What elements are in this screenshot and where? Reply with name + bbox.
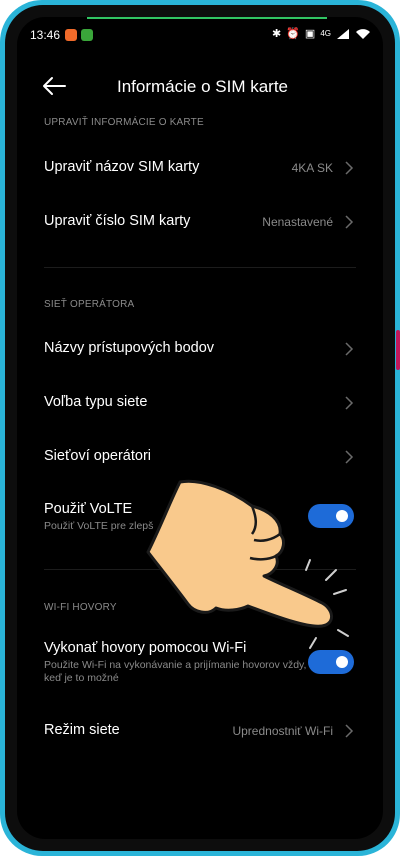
row-value: Nenastavené xyxy=(262,215,333,229)
row-label: Voľba typu siete xyxy=(44,394,148,410)
chevron-right-icon xyxy=(345,161,354,175)
header: Informácie o SIM karte xyxy=(17,67,383,107)
status-time: 13:46 xyxy=(30,28,61,42)
chevron-right-icon xyxy=(345,724,354,738)
status-icons: ✱ ⏰ ▣ 4G xyxy=(272,27,371,40)
row-label: Režim siete xyxy=(44,722,120,738)
row-label: Upraviť názov SIM karty xyxy=(44,159,200,175)
row-access-point-names[interactable]: Názvy prístupových bodov xyxy=(17,329,383,369)
network-type-label: 4G xyxy=(320,29,331,38)
page-title: Informácie o SIM karte xyxy=(117,77,289,96)
row-label: Upraviť číslo SIM karty xyxy=(44,213,191,229)
row-label: Názvy prístupových bodov xyxy=(44,340,215,356)
wifi-icon xyxy=(356,28,370,39)
chevron-right-icon xyxy=(345,215,354,229)
notification-chat-icon xyxy=(81,29,93,41)
row-value: 4KA SK xyxy=(291,161,333,175)
phone-frame: 13:46 ✱ ⏰ ▣ 4G Informácie o SIM karte UP… xyxy=(0,0,400,856)
status-bar: 13:46 ✱ ⏰ ▣ 4G xyxy=(17,25,383,45)
section-heading-wifi-calls: WI-FI HOVORY xyxy=(44,602,117,613)
row-value: Uprednostniť Wi-Fi xyxy=(232,724,333,738)
row-label: Použiť VoLTE xyxy=(44,501,133,517)
section-heading-operator-network: SIEŤ OPERÁTORA xyxy=(44,299,135,310)
section-divider xyxy=(44,267,356,268)
pointing-hand-icon xyxy=(146,479,349,649)
row-network-mode[interactable]: Režim siete Uprednostniť Wi-Fi xyxy=(17,714,383,754)
row-edit-sim-number[interactable]: Upraviť číslo SIM karty Nenastavené xyxy=(17,202,383,242)
vibrate-icon: ▣ xyxy=(304,28,316,40)
signal-icon xyxy=(337,28,349,39)
row-network-type[interactable]: Voľba typu siete xyxy=(17,383,383,423)
notification-app-icon xyxy=(65,29,77,41)
arrow-left-icon[interactable] xyxy=(41,75,67,97)
bluetooth-icon: ✱ xyxy=(272,28,282,40)
row-subtitle: Použite Wi-Fi na vykonávanie a prijímani… xyxy=(44,659,307,684)
notification-bar-indicator xyxy=(87,17,327,19)
alarm-icon: ⏰ xyxy=(286,28,300,40)
row-edit-sim-name[interactable]: Upraviť názov SIM karty 4KA SK xyxy=(17,147,383,187)
chevron-right-icon xyxy=(345,396,354,410)
screen: 13:46 ✱ ⏰ ▣ 4G Informácie o SIM karte UP… xyxy=(17,17,383,839)
side-button xyxy=(396,330,400,370)
chevron-right-icon xyxy=(345,342,354,356)
section-heading-card-info: UPRAVIŤ INFORMÁCIE O KARTE xyxy=(44,117,204,128)
